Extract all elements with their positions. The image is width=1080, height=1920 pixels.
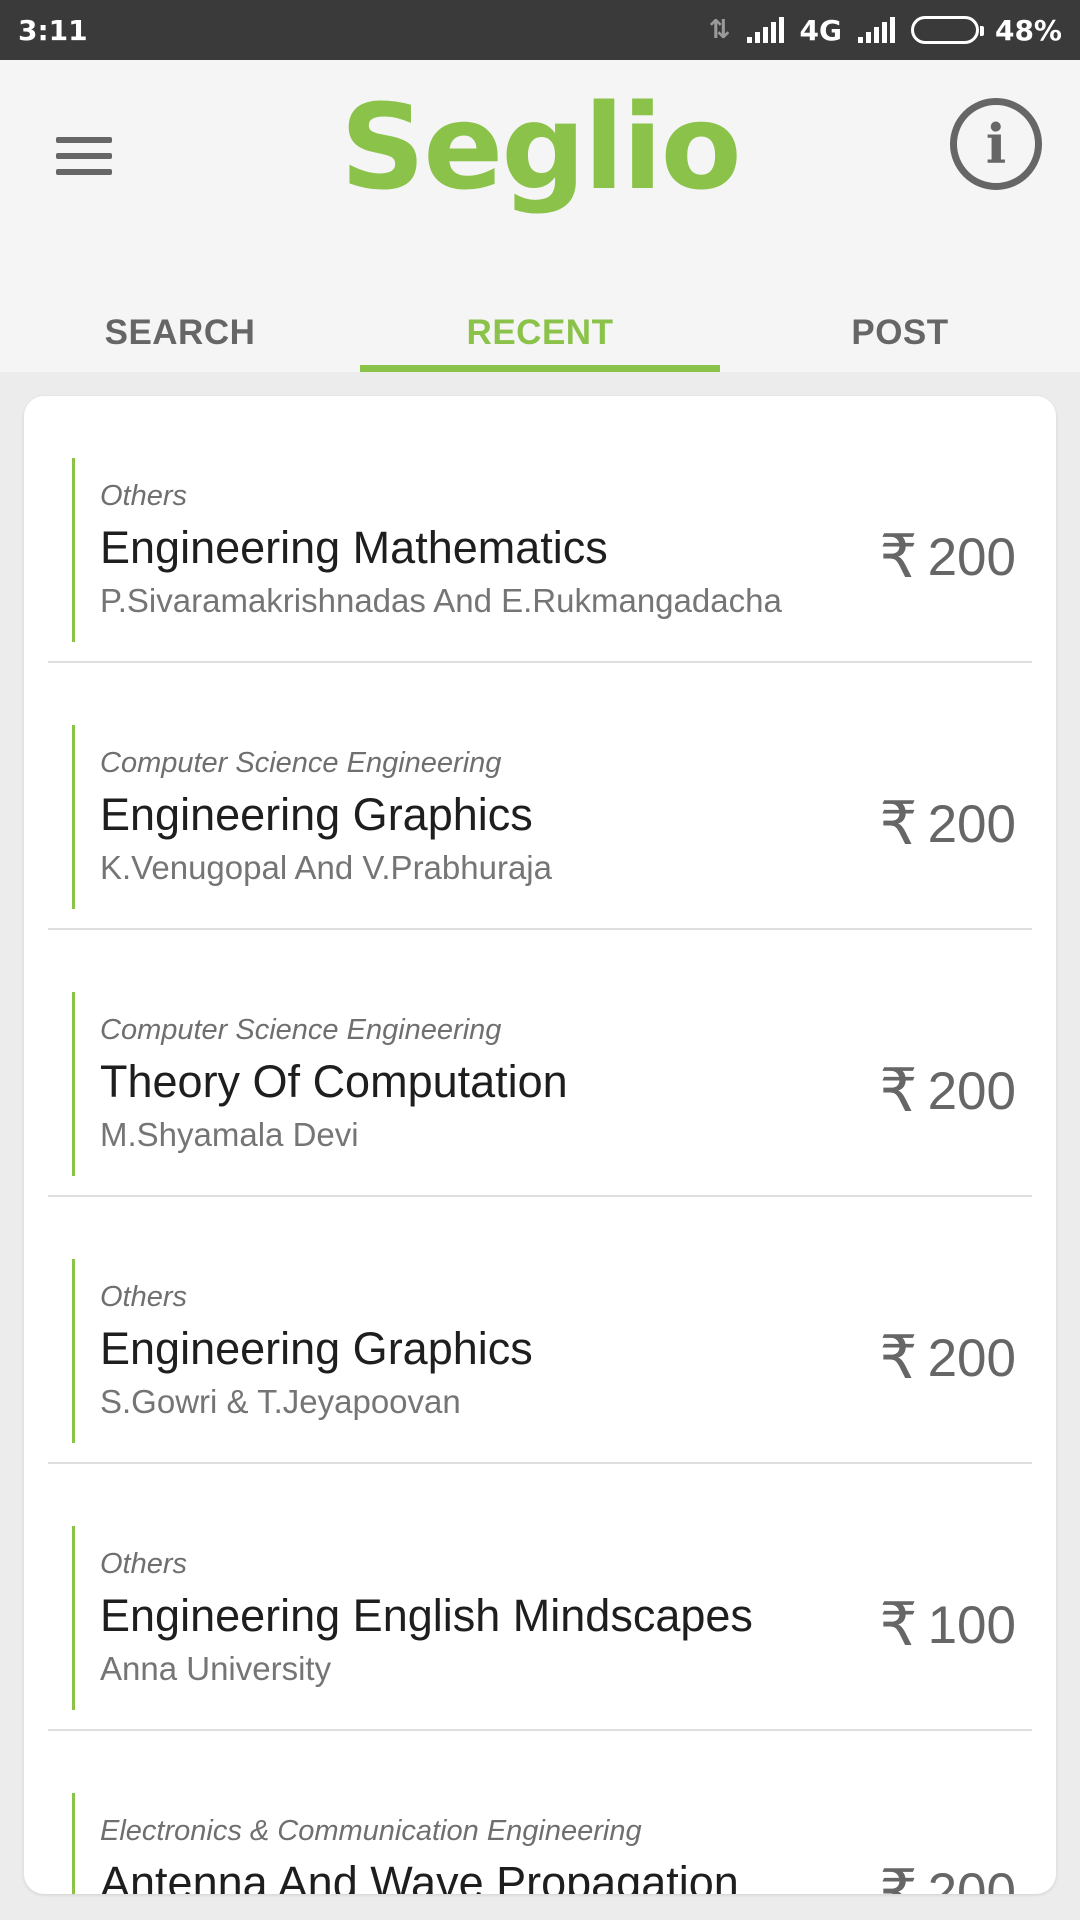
price-value: 200 [927,527,1016,587]
battery-icon [910,16,984,44]
list-item[interactable]: Computer Science Engineering Theory Of C… [48,930,1032,1197]
item-accent-bar [72,1793,75,1894]
app-bar: Seglio i SEARCH RECENT POST [0,60,1080,372]
rupee-icon: ₹ [879,1323,918,1393]
book-price: ₹ 200 [879,522,1016,592]
status-time: 3:11 [18,13,88,47]
list-item[interactable]: Others Engineering Mathematics P.Sivaram… [48,396,1032,663]
book-title: Engineering Graphics [100,1323,533,1374]
item-accent-bar [72,1526,75,1710]
book-category: Others [100,480,188,512]
list-item[interactable]: Computer Science Engineering Engineering… [48,663,1032,930]
network-type: 4G [799,13,842,47]
signal-icon [746,17,784,43]
rupee-icon: ₹ [879,1857,918,1894]
signal-icon-2 [857,17,895,43]
rupee-icon: ₹ [879,522,918,592]
info-icon[interactable]: i [950,98,1042,190]
book-author: K.Venugopal And V.Prabhuraja [100,849,552,886]
book-price: ₹ 200 [879,1857,1016,1894]
rupee-icon: ₹ [879,789,918,859]
rupee-icon: ₹ [879,1590,918,1660]
rupee-icon: ₹ [879,1056,918,1126]
price-value: 200 [927,1328,1016,1388]
price-value: 200 [927,1061,1016,1121]
book-author: M.Shyamala Devi [100,1116,359,1153]
list-item[interactable]: Others Engineering English Mindscapes An… [48,1464,1032,1731]
book-title: Engineering Graphics [100,789,533,840]
book-category: Others [100,1281,188,1313]
status-bar: 3:11 ⇅ 4G 48% [0,0,1080,60]
data-transfer-icon: ⇅ [708,15,731,45]
book-price: ₹ 100 [879,1590,1016,1660]
battery-percent: 48% [994,13,1062,47]
book-author: P.Sivaramakrishnadas And E.Rukmangadacha [100,582,782,619]
status-icons: ⇅ 4G 48% [709,14,1062,47]
price-value: 100 [927,1595,1016,1655]
list-item[interactable]: Electronics & Communication Engineering … [48,1731,1032,1894]
app-logo: Seglio [340,78,741,216]
price-value: 200 [927,794,1016,854]
tab-bar: SEARCH RECENT POST [0,294,1080,372]
item-accent-bar [72,725,75,909]
tab-recent[interactable]: RECENT [360,294,720,372]
book-category: Computer Science Engineering [100,1014,502,1046]
book-category: Others [100,1548,188,1580]
list-item[interactable]: Others Engineering Graphics S.Gowri & T.… [48,1197,1032,1464]
book-price: ₹ 200 [879,1056,1016,1126]
tab-post[interactable]: POST [720,294,1080,372]
book-title: Antenna And Wave Propagation [100,1857,739,1894]
item-accent-bar [72,458,75,642]
tab-search[interactable]: SEARCH [0,294,360,372]
item-accent-bar [72,1259,75,1443]
book-author: S.Gowri & T.Jeyapoovan [100,1383,461,1420]
book-title: Engineering English Mindscapes [100,1590,753,1641]
book-category: Computer Science Engineering [100,747,502,779]
book-title: Theory Of Computation [100,1056,568,1107]
book-title: Engineering Mathematics [100,522,608,573]
book-author: Anna University [100,1650,332,1687]
book-category: Electronics & Communication Engineering [100,1815,642,1847]
book-list: Others Engineering Mathematics P.Sivaram… [24,396,1056,1894]
book-price: ₹ 200 [879,789,1016,859]
price-value: 200 [927,1862,1016,1895]
book-price: ₹ 200 [879,1323,1016,1393]
item-accent-bar [72,992,75,1176]
